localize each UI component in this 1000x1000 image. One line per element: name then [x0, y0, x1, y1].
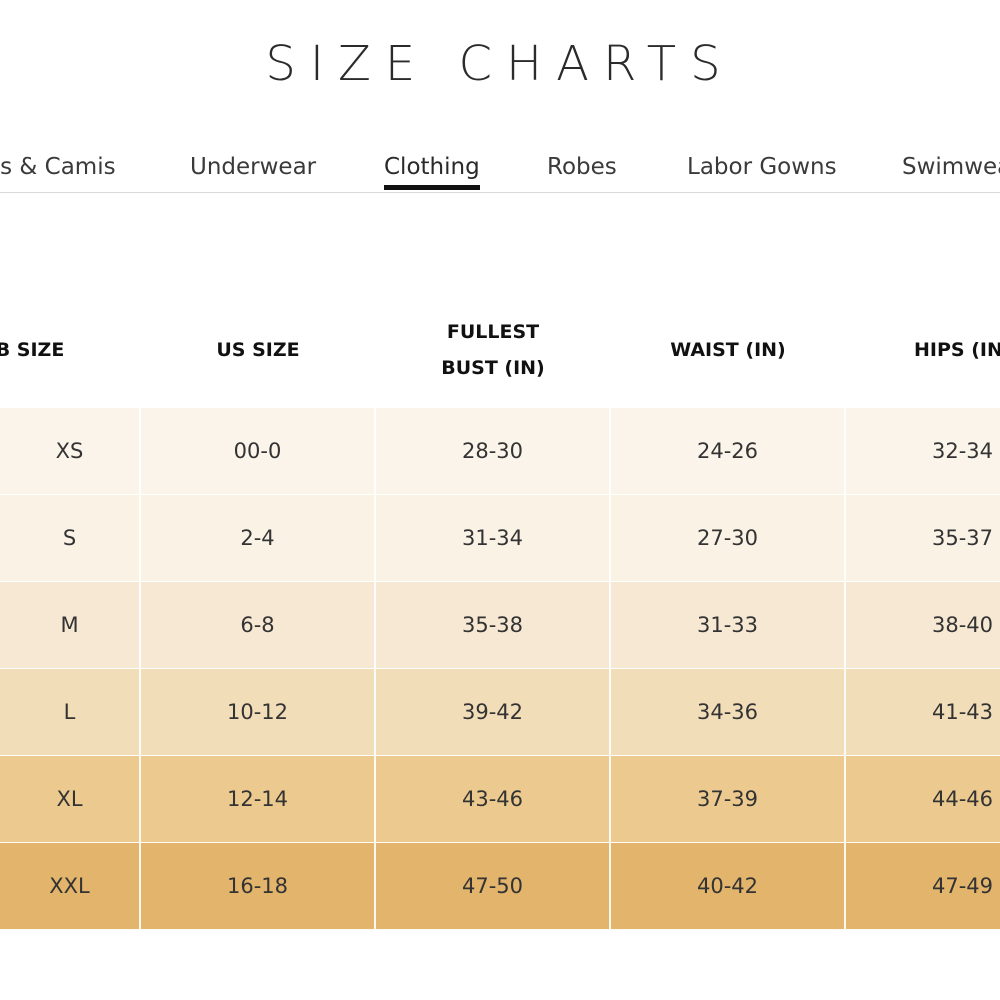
- hips-cell: 47-49: [932, 874, 994, 898]
- category-tabs: as & Camis Underwear Clothing Robes Labo…: [0, 148, 1000, 193]
- bust-cell: 47-50: [376, 843, 611, 929]
- uk-size-cell: XL: [0, 756, 141, 842]
- tab-robes[interactable]: Robes: [547, 154, 617, 180]
- size-charts-page: SIZE CHARTS as & Camis Underwear Clothin…: [0, 0, 1000, 1000]
- header-hips: HIPS (IN: [914, 339, 1000, 361]
- us-size-cell: 2-4: [141, 495, 376, 581]
- bust-cell: 35-38: [376, 582, 611, 668]
- uk-size-cell: L: [0, 669, 141, 755]
- waist-cell: 31-33: [611, 582, 846, 668]
- header-us-size: US SIZE: [216, 339, 300, 361]
- tab-underwear[interactable]: Underwear: [190, 154, 316, 180]
- uk-size-cell: M: [0, 582, 141, 668]
- table-row: XXL 16-18 47-50 40-42 47-49: [0, 843, 1000, 930]
- waist-cell: 34-36: [611, 669, 846, 755]
- header-uk-size: B SIZE: [0, 339, 65, 361]
- table-row: M 6-8 35-38 31-33 38-40: [0, 582, 1000, 669]
- tab-bras-camis[interactable]: as & Camis: [0, 154, 116, 180]
- waist-cell: 37-39: [611, 756, 846, 842]
- table-header: B SIZE US SIZE FULLEST BUST (IN) WAIST (…: [0, 300, 1000, 410]
- uk-size-cell: S: [0, 495, 141, 581]
- tab-clothing[interactable]: Clothing: [384, 154, 480, 190]
- bust-cell: 31-34: [376, 495, 611, 581]
- tab-labor-gowns[interactable]: Labor Gowns: [687, 154, 837, 180]
- us-size-cell: 00-0: [141, 408, 376, 494]
- hips-cell: 38-40: [932, 613, 994, 637]
- waist-cell: 40-42: [611, 843, 846, 929]
- header-fullest-bust: FULLEST BUST (IN): [441, 321, 545, 379]
- bust-cell: 43-46: [376, 756, 611, 842]
- hips-cell: 32-34: [932, 439, 994, 463]
- bust-cell: 39-42: [376, 669, 611, 755]
- us-size-cell: 10-12: [141, 669, 376, 755]
- us-size-cell: 12-14: [141, 756, 376, 842]
- hips-cell: 41-43: [932, 700, 994, 724]
- table-row: XL 12-14 43-46 37-39 44-46: [0, 756, 1000, 843]
- waist-cell: 27-30: [611, 495, 846, 581]
- waist-cell: 24-26: [611, 408, 846, 494]
- tab-swimwear[interactable]: Swimwea: [902, 154, 1000, 180]
- bust-cell: 28-30: [376, 408, 611, 494]
- uk-size-cell: XS: [0, 408, 141, 494]
- header-waist: WAIST (IN): [670, 339, 786, 361]
- table-row: S 2-4 31-34 27-30 35-37: [0, 495, 1000, 582]
- uk-size-cell: XXL: [0, 843, 141, 929]
- hips-cell: 44-46: [932, 787, 994, 811]
- page-title: SIZE CHARTS: [265, 36, 735, 92]
- table-row: L 10-12 39-42 34-36 41-43: [0, 669, 1000, 756]
- us-size-cell: 6-8: [141, 582, 376, 668]
- table-row: XS 00-0 28-30 24-26 32-34: [0, 408, 1000, 495]
- us-size-cell: 16-18: [141, 843, 376, 929]
- hips-cell: 35-37: [932, 526, 994, 550]
